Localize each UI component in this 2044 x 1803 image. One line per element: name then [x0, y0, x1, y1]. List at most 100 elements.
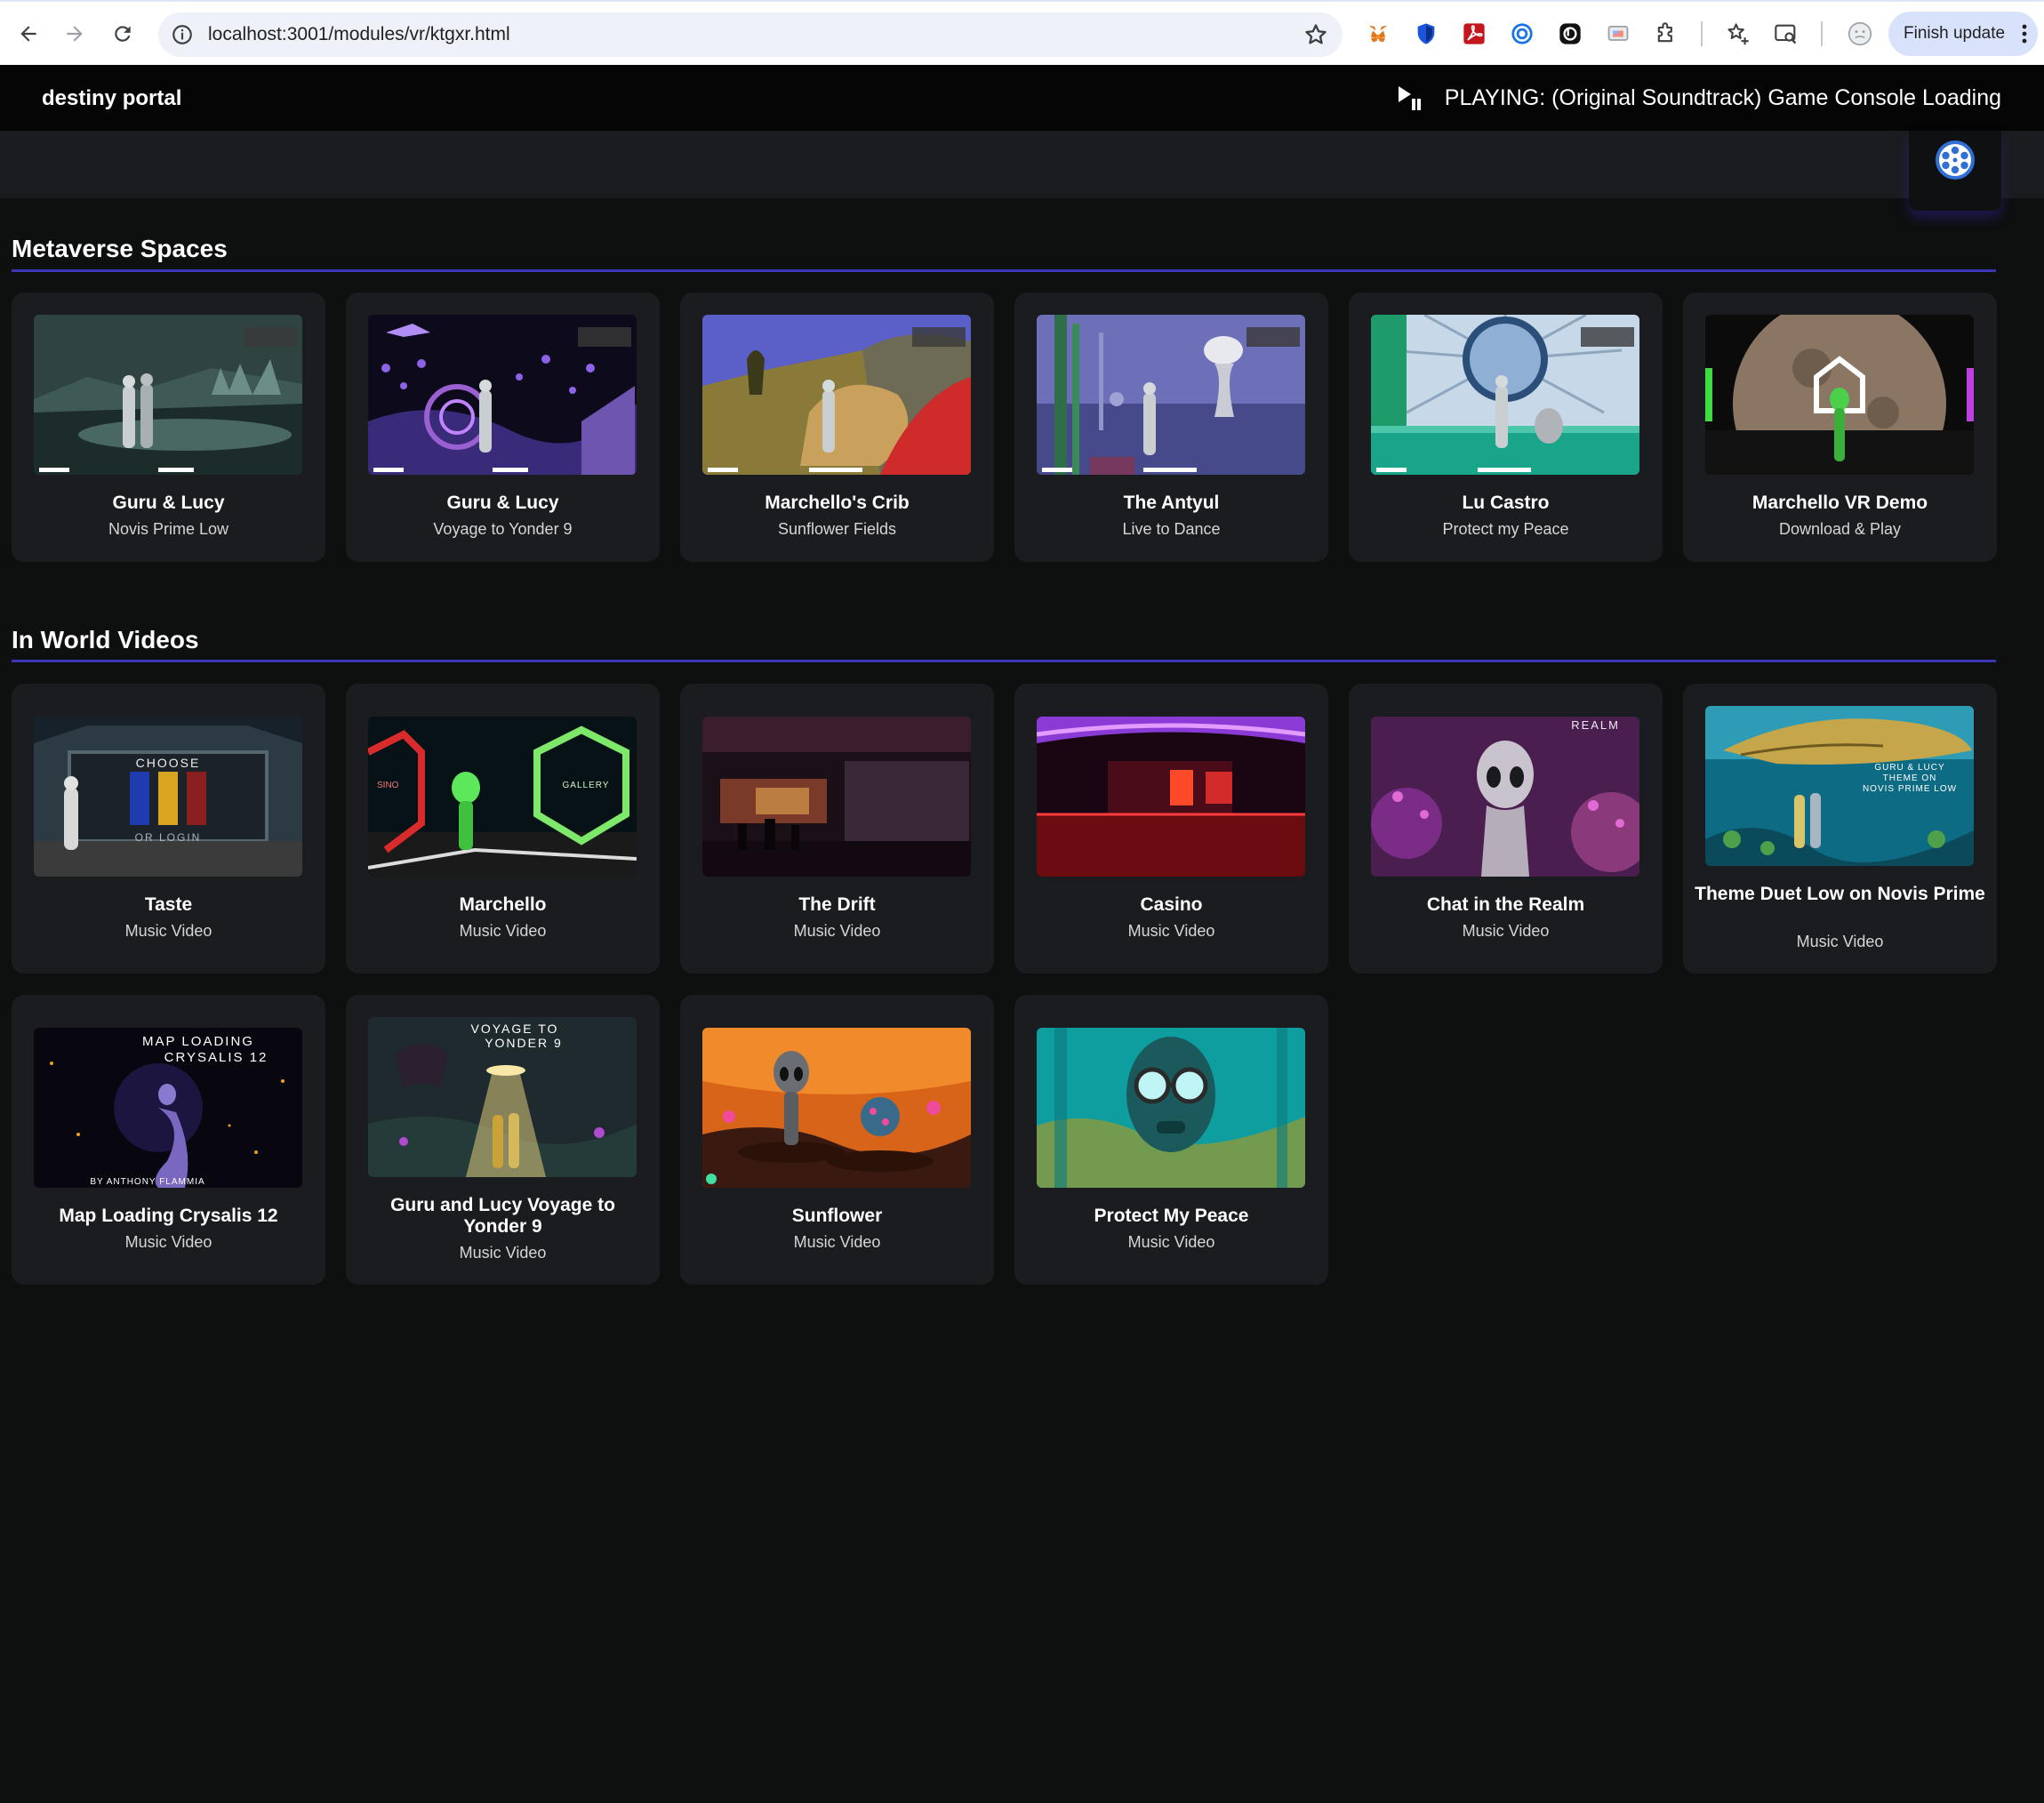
kebab-menu-icon [2022, 24, 2027, 44]
card-title: Theme Duet Low on Novis Prime [1695, 884, 1985, 904]
card-thumbnail [702, 717, 971, 877]
card-thumbnail [1037, 717, 1305, 877]
thumb-text: VOYAGE TO [471, 1022, 559, 1036]
pdf-extension-icon[interactable] [1461, 20, 1487, 47]
card-title: Map Loading Crysalis 12 [59, 1206, 278, 1226]
card-thumbnail [702, 315, 971, 475]
thumb-text: SINO [377, 781, 399, 790]
section-title-videos: In World Videos [12, 626, 199, 653]
toolbar-divider [1701, 21, 1703, 46]
card-thumbnail [368, 315, 637, 475]
metaverse-card[interactable]: Marchello VR Demo Download & Play [1683, 292, 1997, 562]
video-card[interactable]: REALM Chat in the Realm Music Video [1349, 684, 1663, 974]
card-title: Guru and Lucy Voyage to Yonder 9 [390, 1195, 615, 1237]
arrow-left-icon [20, 26, 36, 42]
thumb-text: YONDER 9 [485, 1036, 563, 1050]
b-extension-icon[interactable] [1557, 20, 1583, 47]
card-thumbnail [1371, 315, 1639, 475]
video-card[interactable]: VOYAGE TO YONDER 9 Guru and Lucy Voyage … [346, 995, 660, 1285]
video-card[interactable]: GURU & LUCY THEME ON NOVIS PRIME LOW The… [1683, 684, 1997, 974]
card-thumbnail [34, 315, 302, 475]
card-thumbnail: VOYAGE TO YONDER 9 [368, 1017, 637, 1177]
metaverse-card[interactable]: Guru & Lucy Novis Prime Low [12, 292, 325, 562]
tab-search-icon[interactable] [1773, 20, 1800, 47]
browser-toolbar: localhost:3001/modules/vr/ktgxr.html Fin… [0, 0, 2044, 65]
card-thumbnail: REALM [1371, 717, 1639, 877]
card-title: Casino [1140, 894, 1203, 915]
card-subtitle: Live to Dance [1122, 520, 1221, 538]
video-card[interactable]: The Drift Music Video [680, 684, 994, 974]
card-title: Guru & Lucy [446, 493, 559, 513]
card-subtitle: Music Video [459, 1244, 547, 1262]
card-subtitle: Music Video [1462, 922, 1550, 940]
address-bar[interactable]: localhost:3001/modules/vr/ktgxr.html [158, 12, 1343, 57]
card-subtitle: Music Video [124, 922, 212, 940]
extensions-puzzle-icon[interactable] [1653, 20, 1679, 47]
card-subtitle: Music Video [1127, 1233, 1215, 1251]
video-card[interactable]: Sunflower Music Video [680, 995, 994, 1285]
card-subtitle: Protect my Peace [1442, 520, 1569, 538]
brand-title[interactable]: destiny portal [42, 86, 181, 111]
reload-button[interactable] [108, 20, 137, 48]
video-card[interactable]: CHOOSE OR LOGIN Taste Music Video [12, 684, 325, 974]
card-title: Chat in the Realm [1426, 894, 1585, 915]
card-thumbnail [1037, 1028, 1305, 1188]
url-text: localhost:3001/modules/vr/ktgxr.html [208, 24, 510, 44]
metaverse-card[interactable]: The Antyul Live to Dance [1014, 292, 1328, 562]
card-subtitle: Music Video [1127, 922, 1215, 940]
arrow-right-icon [67, 26, 83, 42]
card-title: Guru & Lucy [112, 493, 225, 513]
bookmark-star-icon[interactable] [1303, 22, 1328, 47]
card-title: Taste [144, 894, 193, 915]
card-title: Sunflower [791, 1206, 883, 1226]
app-header: destiny portal PLAYING: (Original Soundt… [0, 65, 2044, 131]
sub-header-bar [0, 131, 2044, 198]
thumb-text: GURU & LUCY [1874, 763, 1944, 773]
blue-circle-extension-icon[interactable] [1509, 20, 1535, 47]
thumb-text: BY ANTHONY FLAMMIA [90, 1177, 204, 1187]
video-card[interactable]: GALLERY SINO Marchello Music Video [346, 684, 660, 974]
card-subtitle: Music Video [1796, 933, 1884, 950]
profile-avatar-icon[interactable] [1847, 20, 1873, 47]
card-title: Lu Castro [1462, 493, 1550, 513]
card-subtitle: Music Video [793, 922, 881, 940]
settings-tab[interactable] [1909, 131, 2001, 211]
card-title: The Drift [798, 894, 876, 915]
finish-update-button[interactable]: Finish update [1888, 12, 2038, 56]
finish-update-label: Finish update [1904, 24, 2006, 43]
section-divider [12, 269, 1996, 272]
metaverse-card[interactable]: Marchello's Crib Sunflower Fields [680, 292, 994, 562]
video-card[interactable]: Casino Music Video [1014, 684, 1328, 974]
music-player: PLAYING: (Original Soundtrack) Game Cons… [1397, 84, 2001, 111]
metamask-extension-icon[interactable] [1365, 20, 1391, 47]
video-card[interactable]: MAP LOADING CRYSALIS 12 BY ANTHONY FLAMM… [12, 995, 325, 1285]
card-subtitle: Music Video [459, 922, 547, 940]
section-divider [12, 660, 1996, 662]
card-thumbnail [1705, 315, 1974, 475]
forward-button[interactable] [60, 20, 89, 48]
bookmarks-icon[interactable] [1725, 20, 1751, 47]
film-reel-icon [1936, 140, 1975, 180]
thumb-text: OR LOGIN [135, 831, 202, 844]
cast-extension-icon[interactable] [1605, 20, 1631, 47]
card-thumbnail: CHOOSE OR LOGIN [34, 717, 302, 877]
card-subtitle: Music Video [124, 1233, 212, 1251]
video-card[interactable]: Protect My Peace Music Video [1014, 995, 1328, 1285]
play-pause-icon[interactable] [1397, 84, 1422, 111]
back-button[interactable] [14, 20, 43, 48]
card-title: Marchello's Crib [765, 493, 910, 513]
metaverse-card[interactable]: Lu Castro Protect my Peace [1349, 292, 1663, 562]
thumb-text: REALM [1571, 718, 1620, 732]
card-title: The Antyul [1123, 493, 1220, 513]
metaverse-card[interactable]: Guru & Lucy Voyage to Yonder 9 [346, 292, 660, 562]
thumb-text: CRYSALIS 12 [164, 1050, 269, 1065]
site-info-icon[interactable] [171, 23, 194, 46]
card-thumbnail: GALLERY SINO [368, 717, 637, 877]
card-thumbnail: GURU & LUCY THEME ON NOVIS PRIME LOW [1705, 706, 1974, 866]
shield-extension-icon[interactable] [1413, 20, 1439, 47]
card-thumbnail: MAP LOADING CRYSALIS 12 BY ANTHONY FLAMM… [34, 1028, 302, 1188]
thumb-text: MAP LOADING [142, 1034, 254, 1049]
card-thumbnail [1037, 315, 1305, 475]
card-title: Marchello [459, 894, 547, 915]
card-thumbnail [702, 1028, 971, 1188]
